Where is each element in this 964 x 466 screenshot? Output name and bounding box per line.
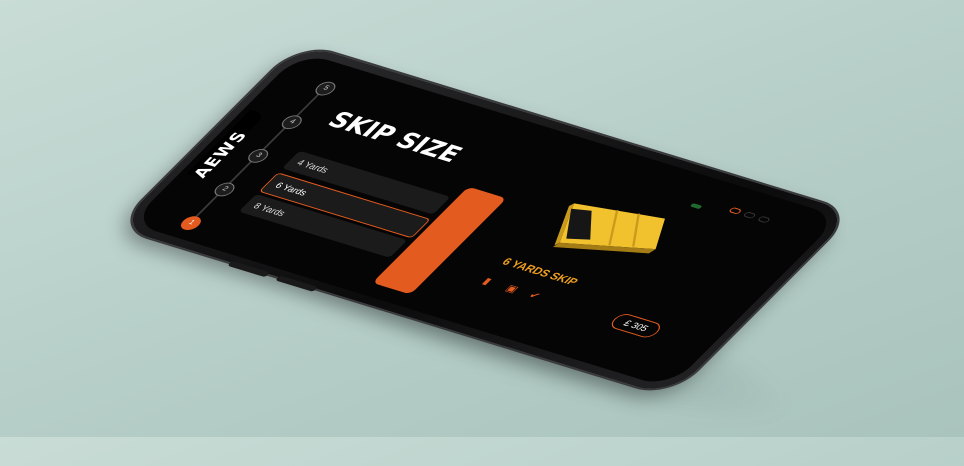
price-badge[interactable]: £ 305	[607, 312, 665, 340]
skip-image	[552, 203, 665, 254]
truck-icon: ▮	[479, 276, 494, 287]
tab-3[interactable]	[756, 215, 772, 224]
page-title: SKIP SIZE	[321, 106, 469, 168]
box-icon: ▣	[502, 283, 521, 296]
scene: AEWS 1 2 3 4 5 SKIP SIZE 4 Yards 6 Yards…	[0, 0, 964, 437]
size-tabs	[728, 206, 772, 224]
feature-icons: ▮ ▣ ✔	[480, 276, 545, 302]
step-1[interactable]: 1	[176, 214, 205, 232]
phone-mockup: AEWS 1 2 3 4 5 SKIP SIZE 4 Yards 6 Yards…	[115, 43, 855, 397]
tab-1[interactable]	[728, 206, 743, 215]
check-icon: ✔	[525, 290, 543, 302]
tab-2[interactable]	[742, 211, 757, 220]
status-badge	[689, 203, 703, 210]
